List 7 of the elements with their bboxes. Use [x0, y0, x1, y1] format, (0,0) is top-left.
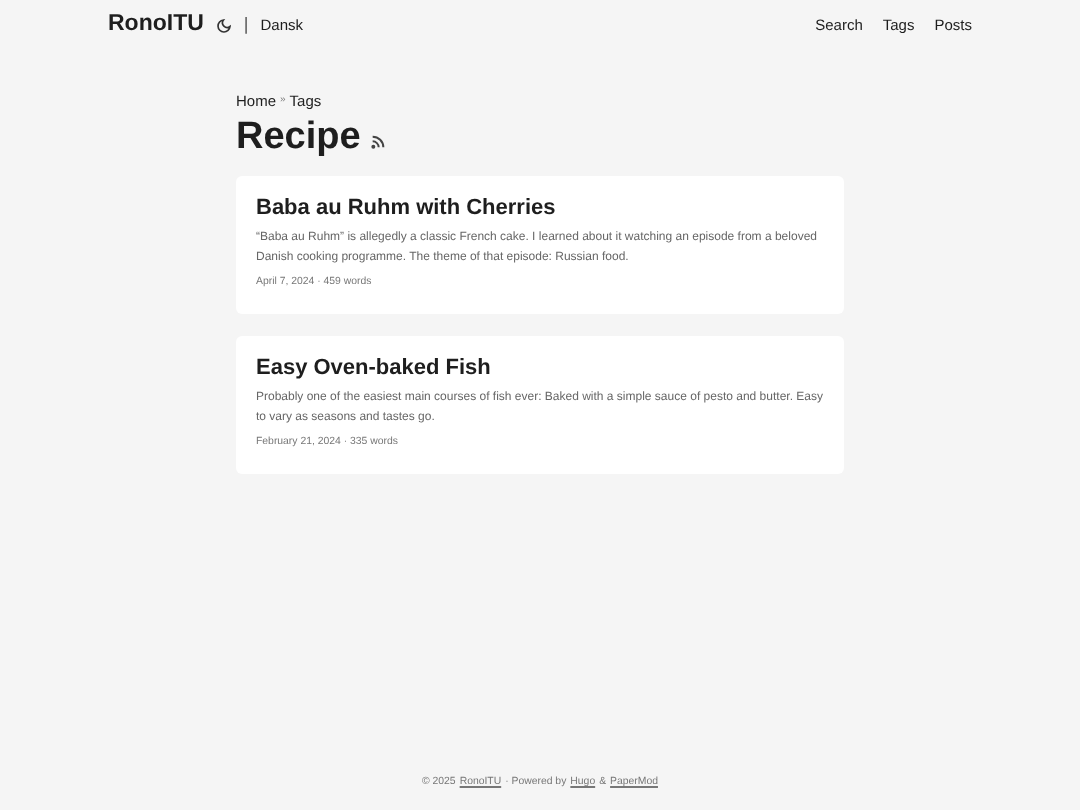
- post-title: Easy Oven-baked Fish: [256, 354, 493, 383]
- moon-icon[interactable]: [215, 18, 232, 34]
- rss-icon[interactable]: [370, 134, 387, 151]
- site-logo[interactable]: RonoITU: [108, 8, 204, 44]
- post-title: Baba au Ruhm with Cherries: [256, 194, 558, 223]
- page-title: Recipe: [236, 114, 361, 163]
- separator: |: [243, 12, 249, 39]
